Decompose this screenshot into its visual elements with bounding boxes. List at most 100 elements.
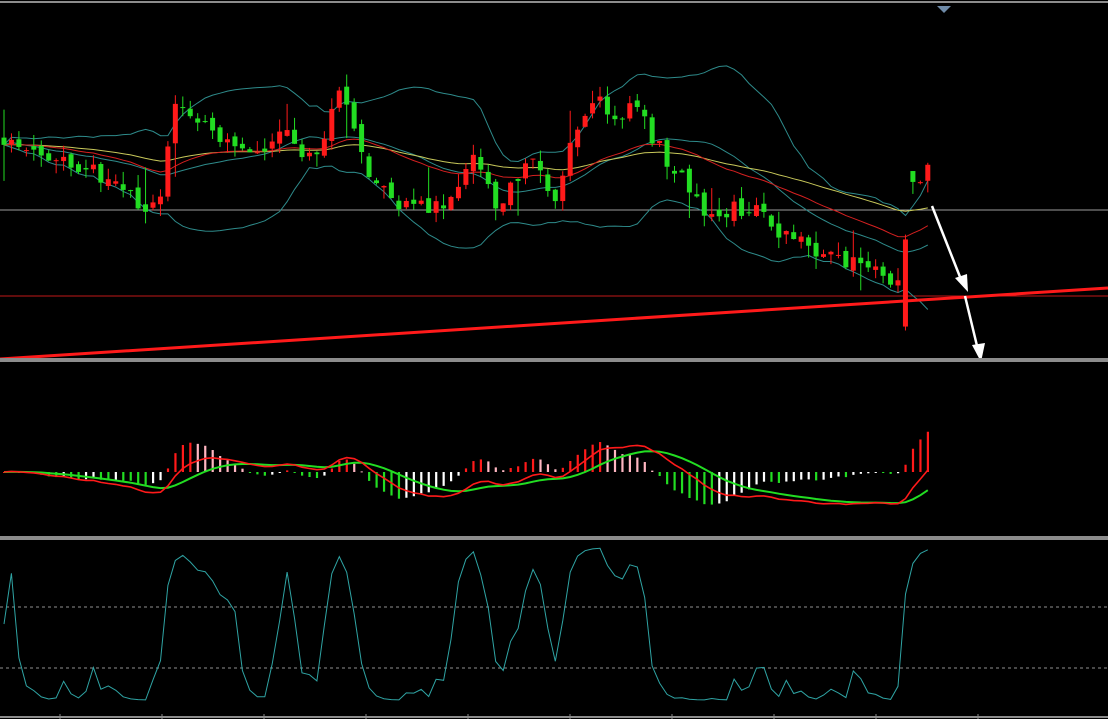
candle-body xyxy=(128,190,134,192)
candle-body xyxy=(530,158,536,160)
candle-body xyxy=(552,189,558,202)
candle-body xyxy=(53,160,59,162)
candle-body xyxy=(374,180,379,184)
candle-body xyxy=(798,236,804,242)
candle-body xyxy=(612,115,618,120)
candle-body xyxy=(448,196,454,210)
candle-body xyxy=(16,139,22,147)
macd-histogram-bar xyxy=(666,472,669,485)
macd-histogram-bar xyxy=(241,468,244,472)
candle-body xyxy=(873,266,879,270)
macd-histogram-bar xyxy=(122,472,125,481)
candle-body xyxy=(821,254,826,257)
candle-body xyxy=(865,261,871,268)
candle-body xyxy=(284,130,290,136)
macd-histogram-bar xyxy=(703,472,706,505)
macd-histogram-bar xyxy=(330,468,333,472)
candle-body xyxy=(664,140,670,167)
candle-body xyxy=(120,184,126,190)
candle-body xyxy=(753,205,759,216)
candle-body xyxy=(113,181,119,184)
macd-histogram-bar xyxy=(539,459,542,472)
macd-histogram-bar xyxy=(368,472,371,481)
candle-body xyxy=(277,131,283,144)
candle-body xyxy=(597,96,603,101)
candle-body xyxy=(731,201,737,221)
candle-body xyxy=(463,169,469,185)
macd-histogram-bar xyxy=(137,472,140,484)
candle-body xyxy=(880,266,886,276)
candle-body xyxy=(336,90,342,108)
macd-histogram-bar xyxy=(904,464,907,472)
macd-histogram-bar xyxy=(382,472,386,492)
candle-body xyxy=(455,186,461,199)
candle-body xyxy=(537,160,543,171)
macd-histogram-bar xyxy=(189,442,192,472)
macd-histogram-bar xyxy=(926,431,929,472)
stock-chart xyxy=(0,0,1108,719)
macd-histogram-bar xyxy=(159,472,162,481)
macd-histogram-bar xyxy=(531,458,535,472)
candle-body xyxy=(895,280,901,286)
candle-body xyxy=(61,156,67,162)
candle-body xyxy=(247,149,253,153)
macd-histogram-bar xyxy=(874,472,877,473)
macd-histogram-bar xyxy=(479,459,482,472)
candle-body xyxy=(388,182,394,199)
macd-histogram-bar xyxy=(837,472,840,477)
candle-body xyxy=(582,115,588,127)
macd-histogram-bar xyxy=(546,464,550,472)
candle-body xyxy=(403,200,409,208)
candle-body xyxy=(38,145,44,156)
macd-histogram-bar xyxy=(725,472,728,502)
macd-histogram-bar xyxy=(658,472,661,477)
macd-histogram-bar xyxy=(524,462,527,472)
separator-macd-oscillator xyxy=(0,536,1108,540)
candle-body xyxy=(724,213,730,218)
macd-histogram-bar xyxy=(740,472,743,493)
macd-histogram-bar xyxy=(815,472,818,481)
macd-histogram-bar xyxy=(166,468,170,472)
candle-body xyxy=(172,103,178,144)
macd-histogram-bar xyxy=(897,472,900,474)
candle-body xyxy=(105,179,111,186)
candle-body xyxy=(90,164,96,170)
candle-body xyxy=(411,199,417,204)
candle-body xyxy=(351,102,357,129)
macd-histogram-bar xyxy=(844,472,848,478)
macd-histogram-bar xyxy=(852,472,855,475)
macd-histogram-bar xyxy=(442,472,445,486)
candle-body xyxy=(716,209,722,217)
macd-histogram-bar xyxy=(807,472,810,480)
candle-body xyxy=(195,118,201,123)
macd-histogram-bar xyxy=(487,461,490,472)
macd-histogram-bar xyxy=(651,470,654,472)
candle-body xyxy=(1,137,7,145)
macd-histogram-bar xyxy=(643,462,646,472)
macd-histogram-bar xyxy=(777,472,780,483)
macd-histogram-bar xyxy=(554,469,557,472)
candle-body xyxy=(634,100,640,108)
macd-histogram-bar xyxy=(502,470,505,472)
candle-body xyxy=(254,152,260,154)
candle-body xyxy=(567,142,573,176)
candle-body xyxy=(791,232,797,240)
macd-histogram-bar xyxy=(360,471,363,473)
macd-histogram-bar xyxy=(911,448,915,472)
candle-body xyxy=(441,205,447,209)
macd-histogram-bar xyxy=(174,453,177,472)
candle-body xyxy=(768,215,774,227)
macd-histogram-bar xyxy=(770,472,773,482)
separator-price-macd xyxy=(0,358,1108,362)
candle-body xyxy=(202,121,208,123)
macd-histogram-bar xyxy=(464,468,468,472)
macd-histogram-bar xyxy=(353,463,356,472)
candle-body xyxy=(321,138,327,156)
macd-histogram-bar xyxy=(308,472,311,478)
candle-body xyxy=(843,250,849,268)
macd-histogram-bar xyxy=(435,472,438,489)
candle-body xyxy=(806,237,812,246)
candle-body xyxy=(478,157,484,170)
macd-histogram-bar xyxy=(785,472,788,482)
macd-histogram-bar xyxy=(792,472,795,482)
